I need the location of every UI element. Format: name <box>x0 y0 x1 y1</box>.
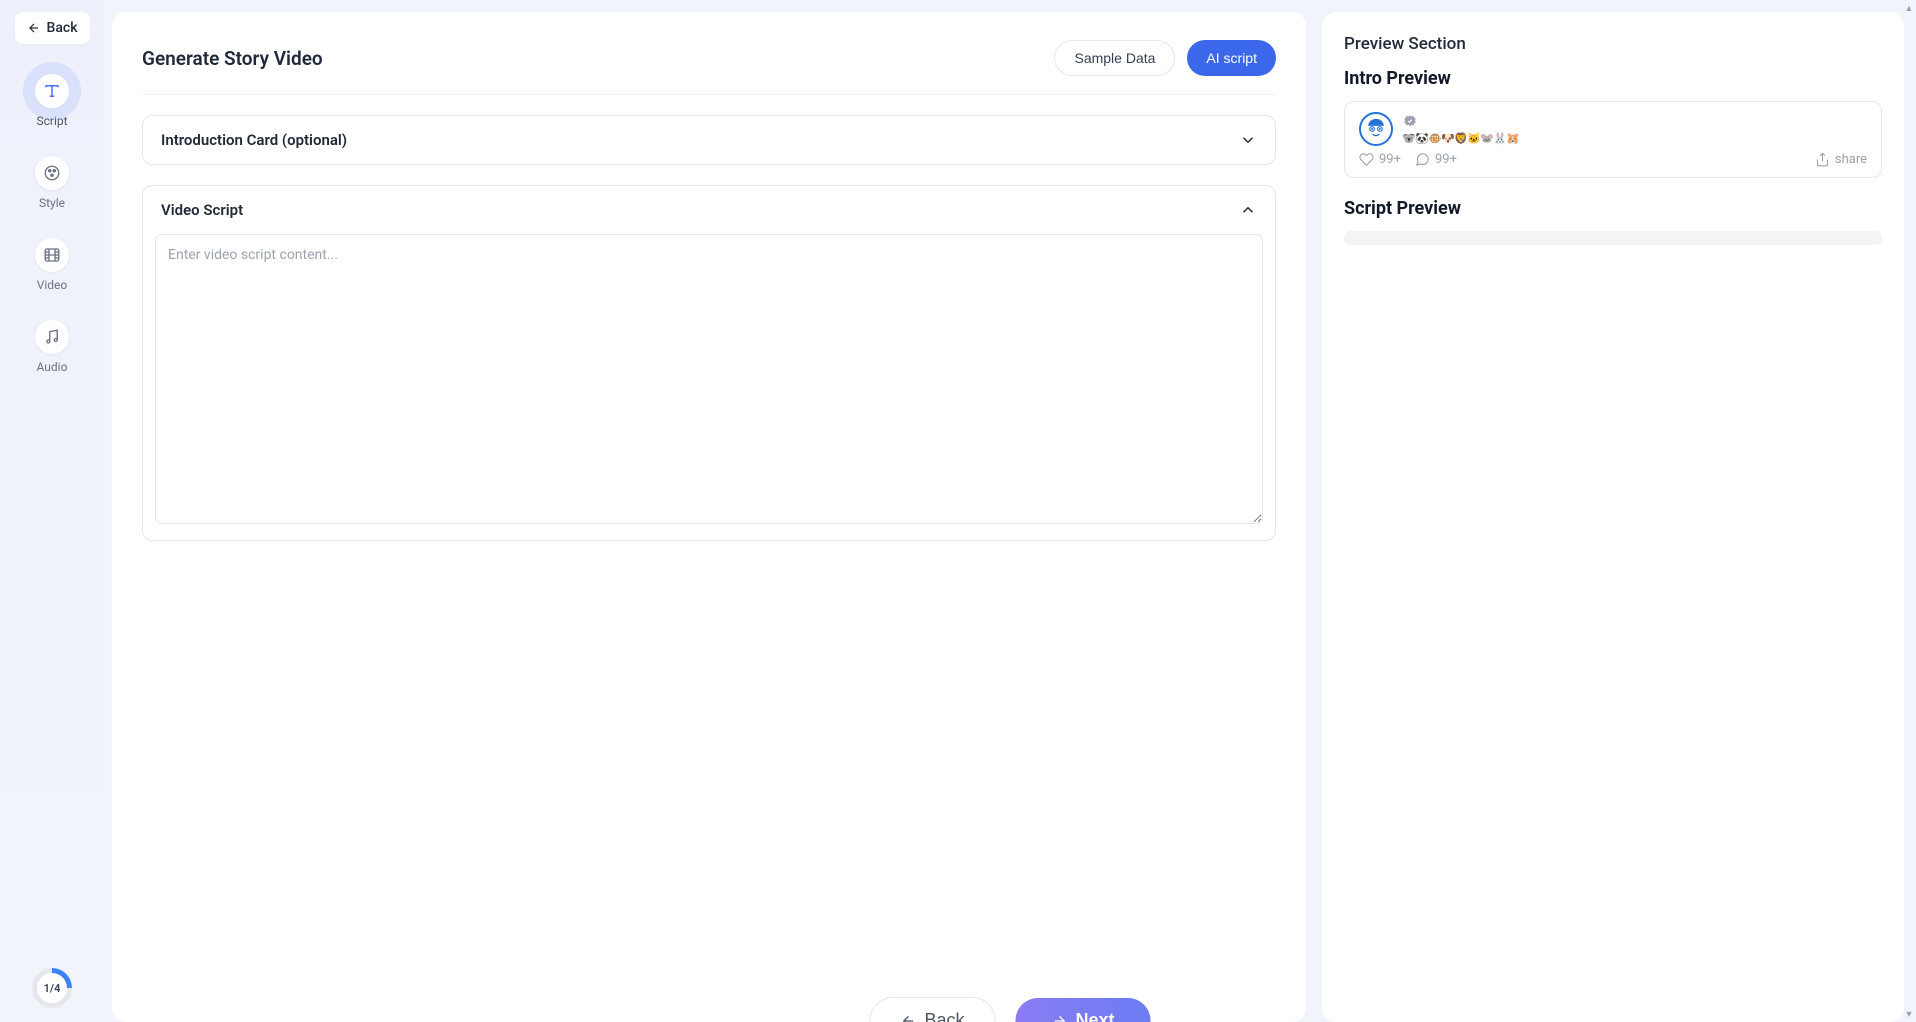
sidebar: Back Script Style Video Audio <box>0 0 104 1022</box>
main-panel: Generate Story Video Sample Data AI scri… <box>112 12 1306 1022</box>
scrollbar[interactable]: ▲ ▼ <box>1904 0 1914 1022</box>
nav-next-button[interactable]: Next <box>1016 998 1151 1022</box>
content-area: Generate Story Video Sample Data AI scri… <box>104 0 1916 1022</box>
step-style[interactable]: Style <box>12 156 92 210</box>
text-icon <box>35 74 69 108</box>
verified-icon <box>1403 114 1417 128</box>
avatar <box>1359 112 1393 146</box>
intro-footer: 99+ 99+ share <box>1359 152 1867 167</box>
scroll-down-icon[interactable]: ▼ <box>1904 1008 1914 1020</box>
emoji-icon: 🐰 <box>1494 132 1506 144</box>
progress-indicator: 1/4 <box>32 968 72 1008</box>
chevron-down-icon <box>1239 131 1257 149</box>
step-script[interactable]: Script <box>12 74 92 128</box>
progress-text: 1/4 <box>44 982 61 995</box>
emoji-icon: 🐹 <box>1507 132 1519 144</box>
heart-icon <box>1359 152 1374 167</box>
step-video[interactable]: Video <box>12 238 92 292</box>
step-label: Style <box>39 196 65 210</box>
header-actions: Sample Data AI script <box>1054 40 1276 76</box>
emoji-icon: 🐵 <box>1429 132 1441 144</box>
scroll-up-icon[interactable]: ▲ <box>1904 2 1914 14</box>
video-script-title: Video Script <box>161 201 243 219</box>
intro-card-section: Introduction Card (optional) <box>142 115 1276 165</box>
arrow-left-icon <box>27 21 41 35</box>
video-script-input[interactable] <box>155 234 1263 524</box>
music-icon <box>35 320 69 354</box>
back-label: Back <box>47 20 78 36</box>
intro-preview-title: Intro Preview <box>1344 68 1882 89</box>
arrow-right-icon <box>1052 1013 1068 1022</box>
bottom-nav: Back Next <box>869 997 1150 1022</box>
likes-stat: 99+ <box>1359 152 1401 167</box>
preview-panel: Preview Section Intro Preview 🐨 🐼 <box>1322 12 1904 1022</box>
video-script-header[interactable]: Video Script <box>143 186 1275 234</box>
comments-stat: 99+ <box>1415 152 1457 167</box>
emoji-icon: 🐭 <box>1481 132 1493 144</box>
intro-card-header[interactable]: Introduction Card (optional) <box>143 116 1275 164</box>
step-label: Audio <box>37 360 68 374</box>
emoji-icon: 🐨 <box>1403 132 1415 144</box>
chevron-up-icon <box>1239 201 1257 219</box>
emoji-icon: 🐶 <box>1442 132 1454 144</box>
back-button[interactable]: Back <box>15 12 90 44</box>
nav-back-button[interactable]: Back <box>869 997 995 1022</box>
page-title: Generate Story Video <box>142 47 323 70</box>
sample-data-button[interactable]: Sample Data <box>1054 40 1175 76</box>
script-preview-title: Script Preview <box>1344 198 1882 219</box>
film-icon <box>35 238 69 272</box>
video-script-section: Video Script <box>142 185 1276 541</box>
step-audio[interactable]: Audio <box>12 320 92 374</box>
main-header: Generate Story Video Sample Data AI scri… <box>142 40 1276 95</box>
share-button[interactable]: share <box>1815 152 1867 167</box>
script-preview-placeholder <box>1344 231 1882 245</box>
step-label: Script <box>36 114 67 128</box>
intro-preview-card: 🐨 🐼 🐵 🐶 🦁 🐱 🐭 🐰 🐹 <box>1344 101 1882 178</box>
palette-icon <box>35 156 69 190</box>
emoji-icon: 🐼 <box>1416 132 1428 144</box>
emoji-icon: 🐱 <box>1468 132 1480 144</box>
intro-card-title: Introduction Card (optional) <box>161 131 347 149</box>
emoji-row: 🐨 🐼 🐵 🐶 🦁 🐱 🐭 🐰 🐹 <box>1403 132 1519 144</box>
comment-icon <box>1415 152 1430 167</box>
step-label: Video <box>37 278 68 292</box>
share-icon <box>1815 152 1830 167</box>
ai-script-button[interactable]: AI script <box>1187 40 1276 76</box>
emoji-icon: 🦁 <box>1455 132 1467 144</box>
preview-section-title: Preview Section <box>1344 34 1882 54</box>
arrow-left-icon <box>900 1013 916 1022</box>
